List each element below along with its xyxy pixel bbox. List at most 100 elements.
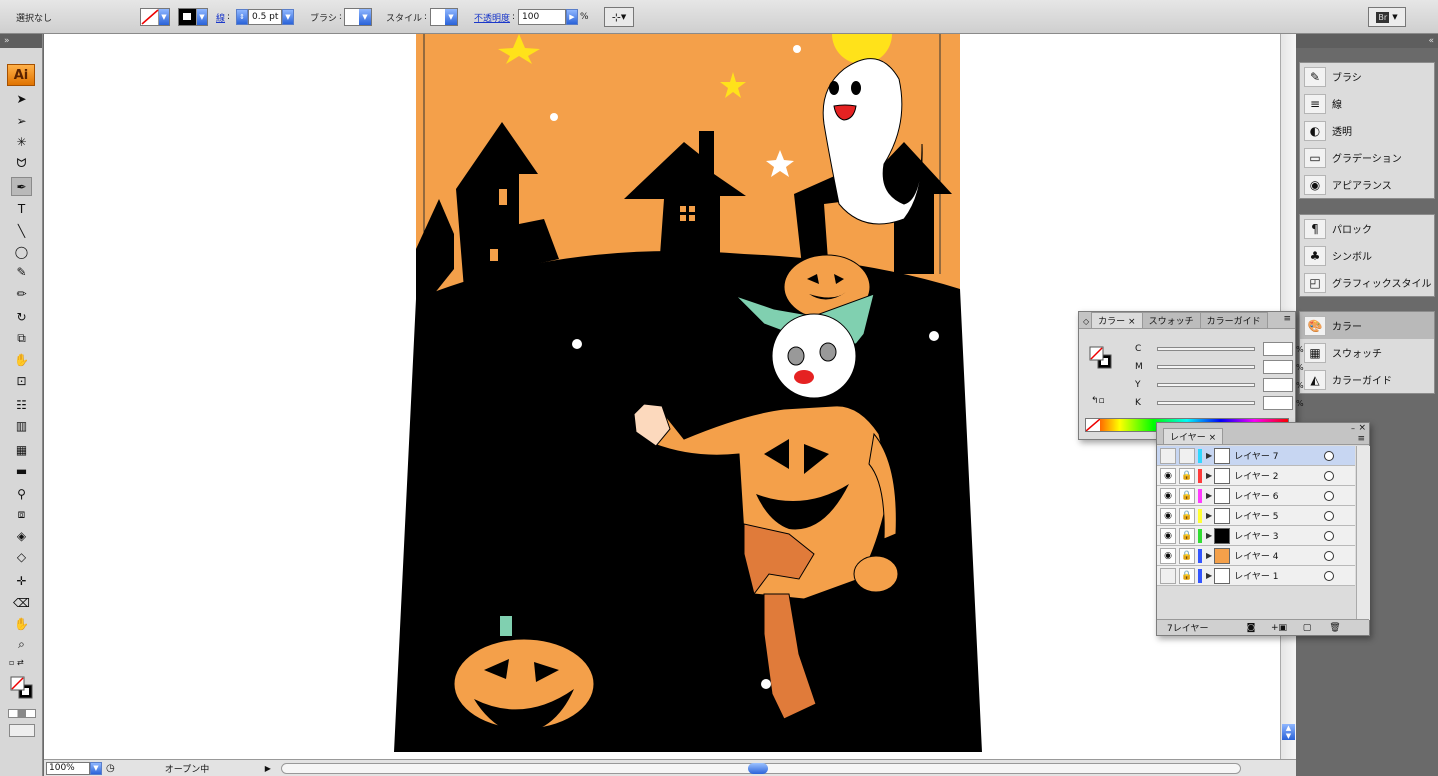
stroke-swatch-dropdown[interactable]: ▼ (178, 8, 208, 26)
layer-row[interactable]: ◉ 🔒 ▶ レイヤー 5 (1157, 506, 1355, 526)
direct-selection-tool-icon[interactable]: ➢ (11, 111, 32, 130)
expand-triangle-icon[interactable]: ▶ (1206, 571, 1212, 580)
layer-name[interactable]: レイヤー 1 (1234, 569, 1320, 582)
scroll-thumb[interactable] (747, 762, 768, 774)
panel-minimize-icon[interactable]: – (1351, 424, 1355, 433)
paintbrush-icon[interactable]: ✎ (11, 262, 32, 281)
channel-value-field[interactable] (1263, 378, 1293, 392)
layer-name[interactable]: レイヤー 3 (1234, 529, 1320, 542)
target-circle-icon[interactable] (1324, 470, 1335, 481)
target-circle-icon[interactable] (1324, 550, 1335, 561)
visibility-toggle[interactable] (1160, 447, 1176, 464)
default-colors-icon[interactable]: ▫ ⇄ (9, 658, 35, 668)
gradient-tool-icon[interactable]: ▬ (11, 461, 32, 480)
status-menu-icon[interactable]: ◷ (106, 763, 115, 774)
style-dropdown[interactable]: ▼ (430, 8, 458, 26)
new-layer-icon[interactable]: ▢ (1293, 623, 1321, 633)
fill-stroke-icon[interactable] (1089, 346, 1113, 370)
layer-row[interactable]: ◉ 🔒 ▶ レイヤー 3 (1157, 526, 1355, 546)
channel-value-field[interactable] (1263, 342, 1293, 356)
warp-tool-icon[interactable]: ✋ (11, 350, 32, 369)
tab-layers[interactable]: レイヤー × (1163, 428, 1224, 444)
channel-slider[interactable] (1157, 365, 1255, 369)
horizontal-scrollbar[interactable] (280, 762, 1241, 774)
brush-dropdown[interactable]: ▼ (344, 8, 372, 26)
target-circle-icon[interactable] (1324, 530, 1335, 541)
new-sublayer-icon[interactable]: +▣ (1265, 623, 1293, 633)
blend-tool-icon[interactable]: ⧈ (11, 505, 32, 524)
zoom-dropdown[interactable]: ▼ (90, 761, 102, 775)
dock-item[interactable]: ◉ アピアランス (1300, 171, 1434, 198)
target-circle-icon[interactable] (1324, 510, 1335, 521)
status-play-icon[interactable]: ▶ (265, 764, 271, 773)
layer-row[interactable]: ◉ 🔒 ▶ レイヤー 6 (1157, 486, 1355, 506)
channel-value-field[interactable] (1263, 396, 1293, 410)
dock-item[interactable]: ¶ パロック (1300, 215, 1434, 242)
hand-tool-icon[interactable]: ✋ (11, 614, 32, 633)
opacity-slider-button[interactable]: ▶ (566, 9, 578, 25)
pen-tool-icon[interactable]: ✒ (11, 177, 32, 196)
eye-icon[interactable]: ◉ (1160, 487, 1176, 504)
eye-icon[interactable]: ◉ (1160, 507, 1176, 524)
column-graph-icon[interactable]: ▥ (11, 416, 32, 435)
live-paint-selection-icon[interactable]: ◇ (11, 547, 32, 566)
layer-row[interactable]: ◉ 🔒 ▶ レイヤー 2 (1157, 466, 1355, 486)
eye-icon[interactable]: ◉ (1160, 547, 1176, 564)
eye-icon[interactable]: ◉ (1160, 467, 1176, 484)
layer-row[interactable]: ◉ 🔒 ▶ レイヤー 4 (1157, 546, 1355, 566)
lock-icon[interactable]: 🔒 (1179, 547, 1195, 564)
expand-triangle-icon[interactable]: ▶ (1206, 471, 1212, 480)
layer-name[interactable]: レイヤー 7 (1234, 449, 1320, 462)
zoom-field[interactable]: 100% (46, 761, 90, 775)
opacity-panel-link[interactable]: 不透明度 (474, 11, 510, 24)
expand-triangle-icon[interactable]: ▶ (1206, 451, 1212, 460)
layer-name[interactable]: レイヤー 6 (1234, 489, 1320, 502)
target-circle-icon[interactable] (1324, 570, 1335, 581)
dock-collapse-icon[interactable]: « (1296, 34, 1438, 48)
trash-icon[interactable]: 🗑 (1321, 623, 1349, 633)
lock-icon[interactable]: 🔒 (1179, 467, 1195, 484)
lock-icon[interactable]: 🔒 (1179, 507, 1195, 524)
visibility-toggle[interactable] (1160, 567, 1176, 584)
channel-slider[interactable] (1157, 401, 1255, 405)
line-tool-icon[interactable]: ╲ (11, 221, 32, 240)
dock-item[interactable]: ▭ グラデーション (1300, 144, 1434, 171)
eraser-icon[interactable]: ⌫ (11, 593, 32, 612)
ellipse-tool-icon[interactable]: ◯ (11, 242, 32, 261)
channel-slider[interactable] (1157, 383, 1255, 387)
screen-mode-icon[interactable] (9, 724, 35, 737)
rotate-tool-icon[interactable]: ↻ (11, 307, 32, 326)
live-paint-bucket-icon[interactable]: ◈ (11, 526, 32, 545)
dock-item[interactable]: 🎨 カラー (1300, 312, 1434, 339)
panel-menu-icon[interactable]: ≡ (1283, 314, 1291, 324)
selection-tool-icon[interactable]: ➤ (11, 89, 32, 108)
lock-icon[interactable]: 🔒 (1179, 567, 1195, 584)
layer-row[interactable]: 🔒 ▶ レイヤー 1 (1157, 566, 1355, 586)
tab-color-guide[interactable]: カラーガイド (1199, 312, 1268, 328)
panel-options-icon[interactable]: ◇ (1083, 317, 1089, 326)
stroke-weight-stepper[interactable]: ⇕ (236, 9, 248, 25)
expand-triangle-icon[interactable]: ▶ (1206, 551, 1212, 560)
dock-item[interactable]: ◰ グラフィックスタイル (1300, 269, 1434, 296)
tab-color[interactable]: カラー × (1091, 312, 1143, 328)
illustrator-logo[interactable]: Ai (7, 64, 35, 86)
symbol-sprayer-icon[interactable]: ☷ (11, 395, 32, 414)
dock-item[interactable]: ♣ シンボル (1300, 242, 1434, 269)
magic-wand-icon[interactable]: ✳ (11, 132, 32, 151)
toolbox-collapse-icon[interactable]: » (0, 34, 42, 48)
color-mode-icon[interactable] (8, 709, 36, 718)
free-transform-icon[interactable]: ⊡ (11, 371, 32, 390)
expand-triangle-icon[interactable]: ▶ (1206, 511, 1212, 520)
stroke-weight-field[interactable]: 0.5 pt (248, 9, 282, 25)
target-circle-icon[interactable] (1324, 490, 1335, 501)
tab-swatches[interactable]: スウォッチ (1141, 312, 1201, 328)
target-circle-icon[interactable] (1324, 450, 1335, 461)
expand-triangle-icon[interactable]: ▶ (1206, 491, 1212, 500)
dock-item[interactable]: ≡ 線 (1300, 90, 1434, 117)
layers-scrollbar[interactable] (1356, 446, 1370, 620)
panel-menu-icon[interactable]: ≡ (1357, 434, 1365, 444)
layer-row[interactable]: ▶ レイヤー 7 (1157, 446, 1355, 466)
dock-item[interactable]: ✎ ブラシ (1300, 63, 1434, 90)
eyedropper-icon[interactable]: ⚲ (11, 484, 32, 503)
lasso-icon[interactable]: ᗢ (11, 154, 32, 173)
